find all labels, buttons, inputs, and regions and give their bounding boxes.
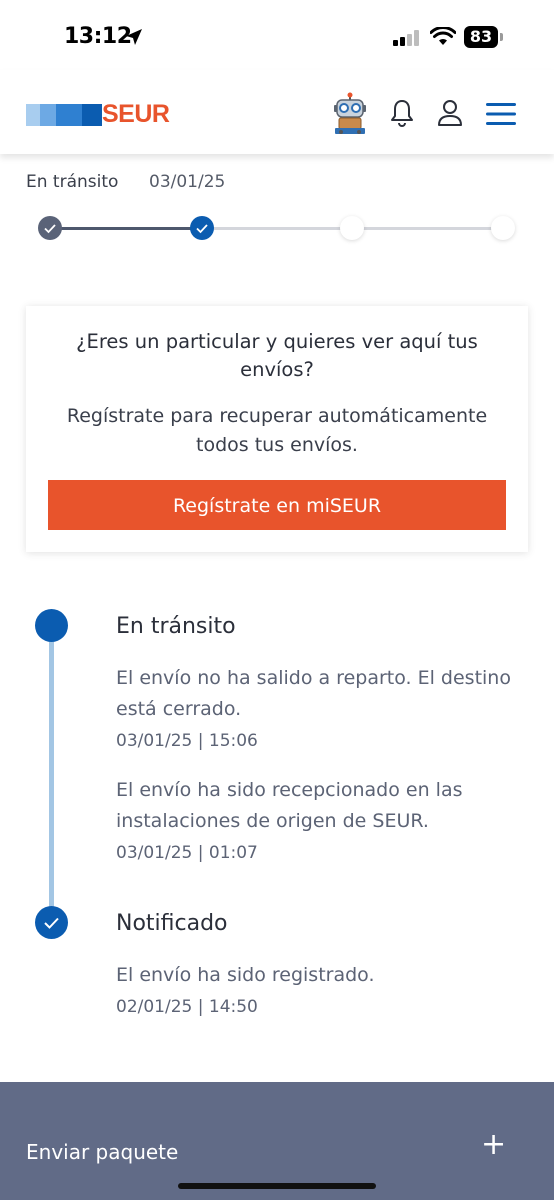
check-icon — [44, 917, 59, 929]
location-arrow-icon — [126, 29, 142, 45]
battery-tip — [500, 33, 503, 41]
notifications-bell-icon[interactable] — [389, 98, 415, 128]
check-icon — [44, 224, 56, 234]
progress-step-2 — [190, 216, 214, 240]
check-icon — [196, 224, 208, 234]
assistant-robot-icon[interactable] — [328, 92, 372, 136]
register-miseur-button[interactable]: Regístrate en miSEUR — [48, 480, 506, 530]
timeline-event-datetime: 02/01/25 | 14:50 — [116, 997, 258, 1017]
send-package-label[interactable]: Enviar paquete — [26, 1140, 178, 1164]
battery-indicator: 83 — [464, 26, 498, 48]
progress-step-3 — [340, 216, 364, 240]
cellular-signal-icon — [393, 30, 421, 46]
status-time: 13:12 — [64, 24, 132, 49]
home-indicator — [178, 1183, 376, 1189]
progress-step-1 — [38, 216, 62, 240]
progress-step-4 — [491, 216, 515, 240]
timeline-line — [49, 640, 54, 922]
register-card-title: ¿Eres un particular y quieres ver aquí t… — [76, 330, 478, 381]
timeline-event-text: El envío no ha salido a reparto. El dest… — [116, 667, 511, 720]
timeline-event-datetime: 03/01/25 | 15:06 — [116, 731, 258, 751]
timeline-event-datetime: 03/01/25 | 01:07 — [116, 843, 258, 863]
timeline-dot-current — [35, 609, 68, 642]
expand-plus-icon[interactable]: + — [481, 1130, 506, 1160]
timeline-event-text: El envío ha sido registrado. — [116, 964, 375, 986]
register-card-body: Regístrate para recuperar automáticament… — [66, 405, 488, 456]
hamburger-menu-icon[interactable] — [484, 101, 518, 127]
seur-logo-text[interactable]: SEUR — [102, 100, 170, 129]
timeline-event-text: El envío ha sido recepcionado en las ins… — [116, 779, 463, 832]
user-account-icon[interactable] — [436, 98, 464, 128]
timeline-group-title: En tránsito — [116, 614, 236, 639]
timeline-dot-completed — [35, 906, 68, 939]
wifi-icon — [430, 27, 456, 45]
timeline-group-title: Notificado — [116, 911, 228, 936]
progress-track-completed — [50, 227, 202, 230]
shipment-status-label: En tránsito — [26, 172, 119, 192]
shipment-status-date: 03/01/25 — [149, 172, 226, 192]
